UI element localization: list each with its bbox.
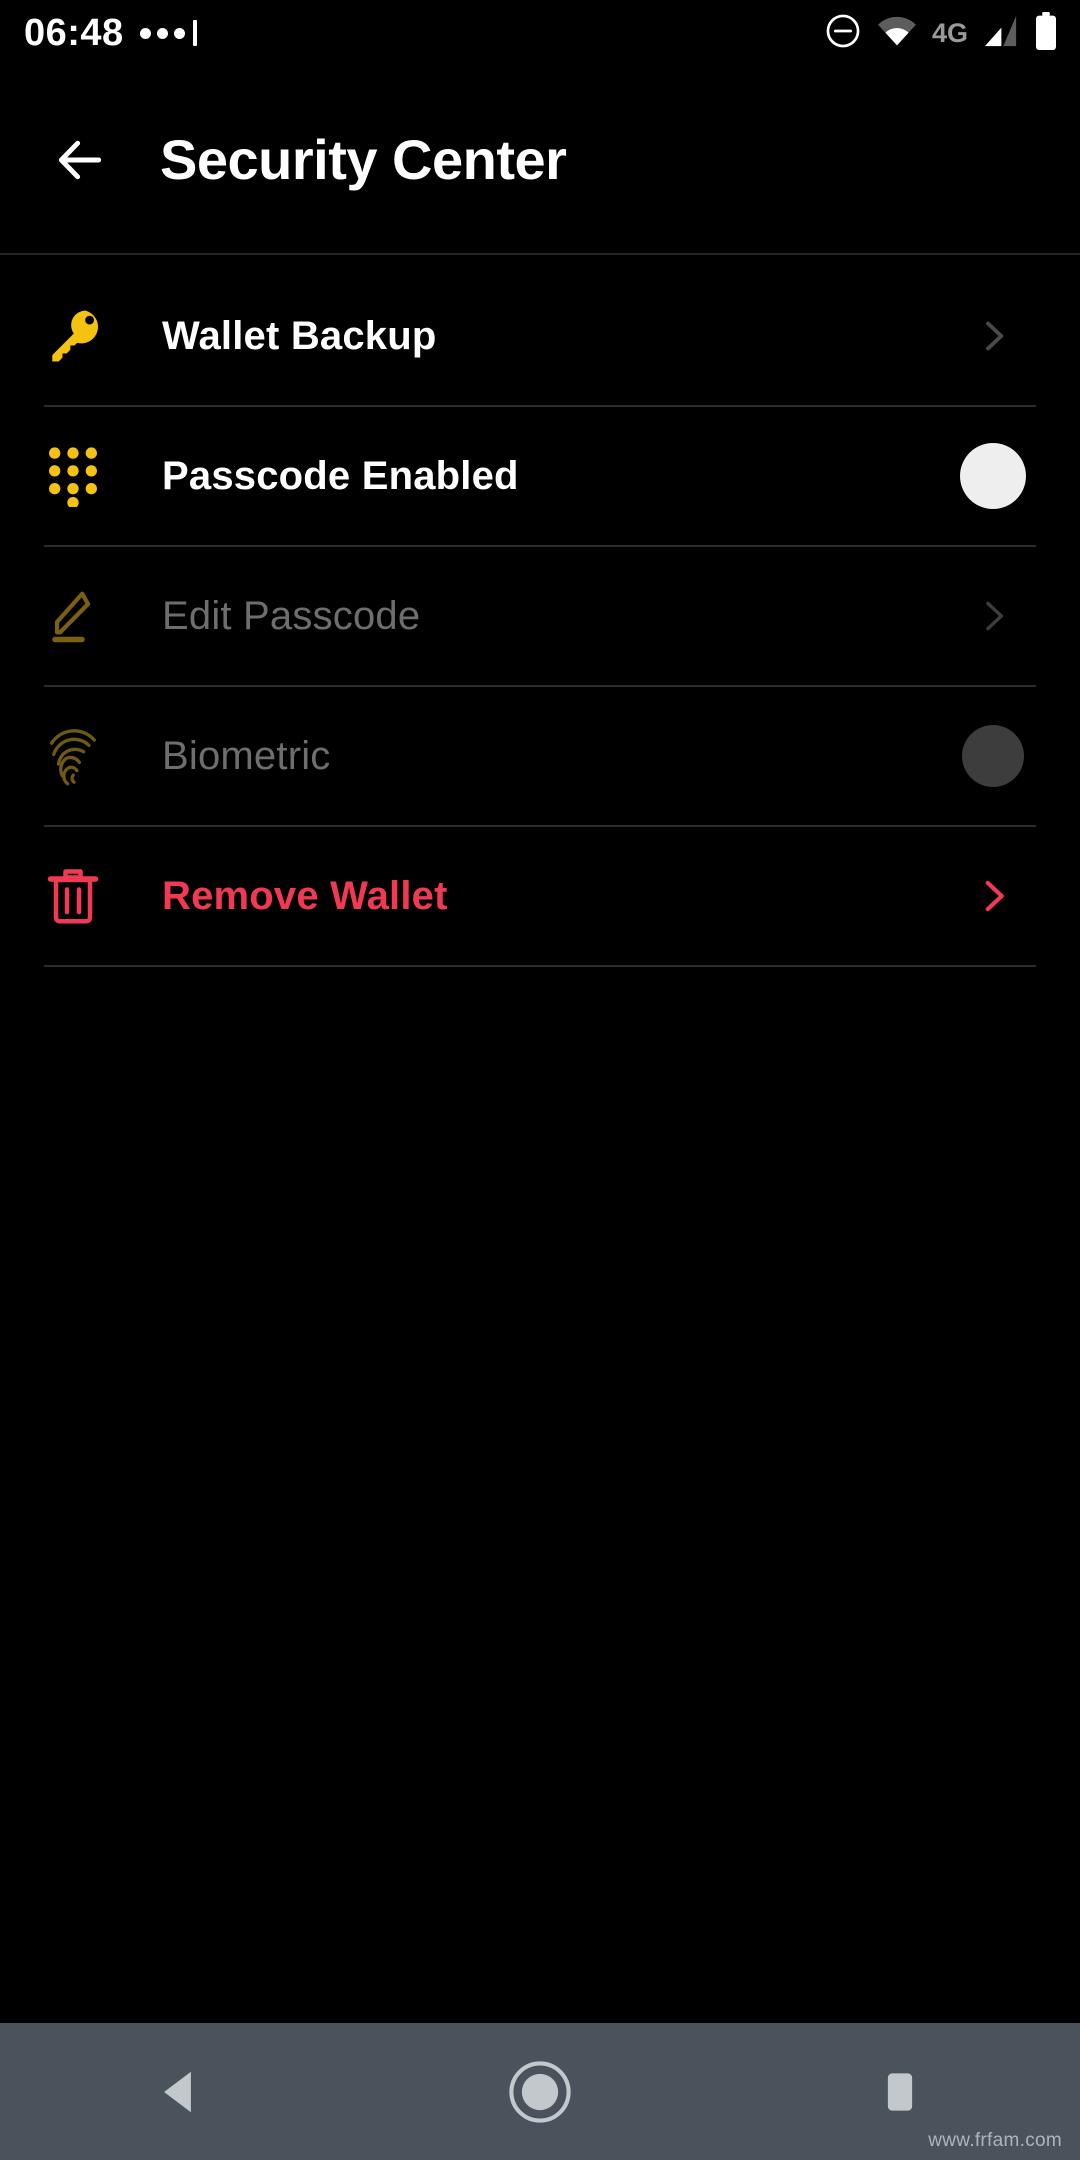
security-settings-list: Wallet Backup Passcode Enabled Edit Pass…: [0, 255, 1080, 967]
list-item-label: Edit Passcode: [162, 593, 421, 638]
list-item-wallet-backup[interactable]: Wallet Backup: [0, 267, 1080, 405]
page-header: Security Center: [0, 66, 1080, 253]
status-bar: 06:48 4G: [0, 0, 1080, 66]
list-item-label: Passcode Enabled: [162, 453, 519, 498]
list-item-edit-passcode[interactable]: Edit Passcode: [0, 547, 1080, 685]
chevron-right-icon[interactable]: [948, 596, 1038, 636]
page-title: Security Center: [160, 128, 567, 191]
row-divider: [44, 965, 1036, 967]
toggle-on-indicator: [960, 443, 1026, 509]
fingerprint-icon: [44, 724, 118, 788]
phone-screen: 06:48 4G Security Center Wallet Backup P…: [0, 0, 1080, 2160]
list-item-biometric[interactable]: Biometric: [0, 687, 1080, 825]
notification-dots-icon: [139, 14, 197, 52]
wifi-icon: [876, 15, 918, 52]
home-nav-button[interactable]: [460, 2023, 620, 2160]
network-type-label: 4G: [931, 17, 968, 48]
trash-icon: [44, 866, 118, 926]
android-navigation-bar: www.frfam.com: [0, 2023, 1080, 2160]
battery-icon: [1034, 11, 1058, 55]
status-bar-right: 4G: [824, 11, 1058, 55]
watermark: www.frfam.com: [928, 2130, 1062, 2151]
passcode-toggle[interactable]: [948, 443, 1038, 509]
keypad-icon: [44, 445, 118, 507]
toggle-off-indicator: [962, 725, 1024, 787]
biometric-toggle[interactable]: [948, 725, 1038, 787]
list-item-passcode-enabled[interactable]: Passcode Enabled: [0, 407, 1080, 545]
list-item-label: Biometric: [162, 733, 331, 778]
key-icon: [44, 305, 118, 367]
status-bar-clock: 06:48: [24, 12, 124, 54]
chevron-right-icon[interactable]: [948, 875, 1038, 917]
list-item-label: Remove Wallet: [162, 873, 448, 918]
back-nav-button[interactable]: [100, 2023, 260, 2160]
pencil-icon: [44, 586, 118, 646]
signal-icon: [982, 14, 1020, 53]
back-button[interactable]: [52, 132, 108, 188]
chevron-right-icon[interactable]: [948, 316, 1038, 356]
list-item-remove-wallet[interactable]: Remove Wallet: [0, 827, 1080, 965]
dnd-icon: [824, 12, 862, 55]
list-item-label: Wallet Backup: [162, 313, 437, 358]
list-top-spacer: [0, 255, 1080, 267]
status-bar-left: 06:48: [24, 14, 197, 52]
